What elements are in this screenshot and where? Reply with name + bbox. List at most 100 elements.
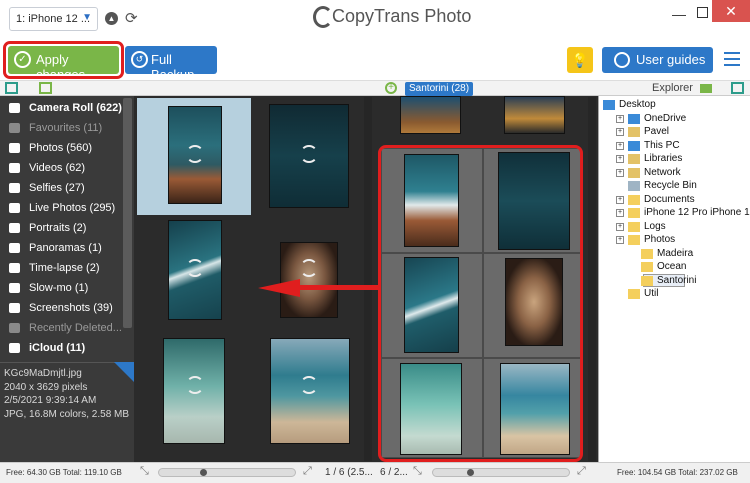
sidebar-scrollbar[interactable] <box>123 98 132 328</box>
selfie-icon <box>9 183 20 193</box>
lifebuoy-icon <box>614 52 630 68</box>
camera-icon <box>9 103 20 113</box>
photo-tile[interactable] <box>137 334 251 451</box>
tree-node-label[interactable]: Photos <box>644 234 675 245</box>
expand-toggle[interactable]: + <box>616 155 624 163</box>
folder-icon <box>628 289 640 299</box>
hamburger-icon[interactable] <box>724 52 740 66</box>
drag-arrow <box>258 279 380 297</box>
sidebar-item-label: Favourites (11) <box>29 122 103 134</box>
expand-toggle[interactable]: + <box>616 128 624 136</box>
expand-icon[interactable]: ⤢ <box>577 465 586 478</box>
sidebar-item[interactable]: Photos (560) <box>0 138 124 158</box>
grid-scrollbar[interactable] <box>588 97 596 461</box>
expand-toggle[interactable]: + <box>616 141 624 150</box>
sidebar-item[interactable]: Panoramas (1) <box>0 238 124 258</box>
sidebar-item[interactable]: Videos (62) <box>0 158 124 178</box>
expand-toggle[interactable]: + <box>616 168 624 177</box>
cloud-icon <box>9 343 20 353</box>
tree-node-label[interactable]: Network <box>644 167 681 178</box>
sidebar-item-label: Recently Deleted... <box>29 322 122 334</box>
photo-tile[interactable] <box>400 96 461 134</box>
device-selector[interactable]: 1: iPhone 12 ... ▼ <box>9 7 98 31</box>
sidebar-item[interactable]: Live Photos (295) <box>0 198 124 218</box>
selection-highlight <box>378 145 583 462</box>
tree-node-label[interactable]: iPhone 12 Pro iPhone 12 Pro <box>644 207 750 218</box>
sidebar-item[interactable]: Favourites (11) <box>0 118 124 138</box>
tree-node-label[interactable]: Util <box>644 288 658 299</box>
photo-tile[interactable] <box>252 334 366 451</box>
tree-node-label[interactable]: Logs <box>644 221 666 232</box>
shrink-icon[interactable]: ⤡ <box>140 465 149 478</box>
tree-node-label[interactable]: Desktop <box>619 99 656 110</box>
app-logo: CopyTrans Photo <box>313 6 472 29</box>
tree-node-label[interactable]: Documents <box>644 194 695 205</box>
photo-tile[interactable] <box>252 98 366 215</box>
photo-camera-icon <box>9 143 20 153</box>
expand-toggle[interactable]: + <box>616 114 624 123</box>
info-dimensions: 2040 x 3629 pixels <box>4 381 88 393</box>
sidebar-item[interactable]: Camera Roll (622) <box>0 98 124 118</box>
trash-icon <box>9 323 20 333</box>
tree-node-label[interactable]: Pavel <box>644 126 669 137</box>
expand-toggle[interactable]: + <box>616 236 624 244</box>
slider-handle[interactable] <box>200 469 207 476</box>
photo-tile[interactable] <box>504 96 565 134</box>
sidebar-item-label: Portraits (2) <box>29 222 87 234</box>
device-selector-label: 1: iPhone 12 ... <box>16 13 90 25</box>
expand-toggle[interactable]: + <box>616 222 624 231</box>
photo-tile[interactable] <box>137 216 251 333</box>
sidebar-item[interactable]: iCloud (11) <box>0 338 124 358</box>
tree-node-label[interactable]: Recycle Bin <box>644 180 697 191</box>
photo-tile[interactable] <box>252 216 366 333</box>
photo-tile[interactable] <box>137 98 251 215</box>
maximize-button[interactable] <box>697 7 708 18</box>
collapse-panel-icon[interactable] <box>5 82 18 94</box>
slowmo-icon <box>9 283 20 293</box>
sidebar-item[interactable]: Recently Deleted... <box>0 318 124 338</box>
info-format: JPG, 16.8M colors, 2.58 MB <box>4 408 130 420</box>
right-zoom-slider[interactable] <box>432 468 570 477</box>
tree-node-label[interactable]: OneDrive <box>644 113 686 124</box>
sync-icon <box>186 259 204 277</box>
expand-icon[interactable]: ⤢ <box>303 465 312 478</box>
info-filename: KGc9MaDmjtl.jpg <box>4 368 82 379</box>
eject-icon[interactable]: ▲ <box>105 12 118 25</box>
sidebar-item[interactable]: Selfies (27) <box>0 178 124 198</box>
right-storage-status: Free: 104.54 GB Total: 237.02 GB <box>617 468 738 477</box>
sidebar-item[interactable]: Portraits (2) <box>0 218 124 238</box>
new-album-icon[interactable] <box>39 82 52 94</box>
sidebar-item[interactable]: Screenshots (39) <box>0 298 124 318</box>
folder-icon <box>628 208 640 218</box>
expand-toggle[interactable]: + <box>616 209 624 217</box>
shrink-icon[interactable]: ⤡ <box>413 465 422 478</box>
lightbulb-icon[interactable]: 💡 <box>567 47 593 73</box>
sidebar-item[interactable]: Time-lapse (2) <box>0 258 124 278</box>
expand-toggle[interactable]: + <box>616 195 624 204</box>
close-button[interactable]: ✕ <box>712 0 750 22</box>
tree-node-label[interactable]: Madeira <box>657 248 693 259</box>
refresh-icon[interactable]: ⟳ <box>125 9 138 27</box>
tree-node-label[interactable]: Libraries <box>644 153 682 164</box>
collapse-panel-icon[interactable] <box>731 82 744 94</box>
app-title: CopyTrans Photo <box>332 6 472 26</box>
tree-node-label[interactable]: This PC <box>644 140 680 151</box>
screenshot-icon <box>9 303 20 313</box>
sync-icon <box>300 259 318 277</box>
sidebar-item[interactable]: Slow-mo (1) <box>0 278 124 298</box>
left-zoom-slider[interactable] <box>158 468 296 477</box>
folder-icon[interactable] <box>700 84 712 93</box>
add-icon[interactable]: + <box>385 82 397 94</box>
minimize-button[interactable]: — <box>672 6 686 22</box>
tree-node-label[interactable]: Santorini <box>657 275 696 286</box>
tree-node-label[interactable]: Ocean <box>657 261 686 272</box>
panorama-icon <box>9 243 20 253</box>
sidebar-item-label: Slow-mo (1) <box>29 282 89 294</box>
sidebar-item-label: Camera Roll (622) <box>29 102 122 114</box>
cloud-folder-icon <box>628 113 640 124</box>
explorer-label: Explorer <box>652 82 693 94</box>
sidebar-item-label: Panoramas (1) <box>29 242 102 254</box>
sub-toolbar <box>0 80 750 96</box>
slider-handle[interactable] <box>467 469 474 476</box>
recycle-bin-icon <box>628 181 640 191</box>
